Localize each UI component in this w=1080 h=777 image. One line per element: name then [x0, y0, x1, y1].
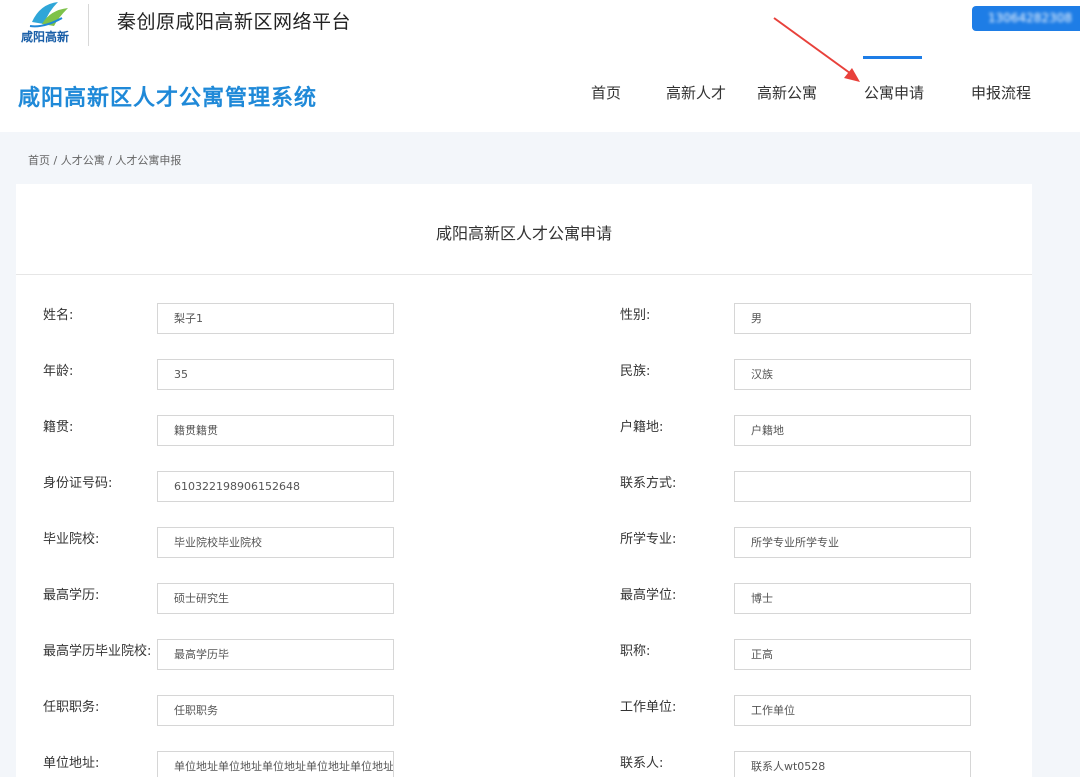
label-age: 年龄:	[43, 364, 74, 379]
id-number-field[interactable]: 610322198906152648	[157, 471, 394, 502]
logo-text: 咸阳高新	[20, 30, 69, 44]
nav-home[interactable]: 首页	[591, 82, 621, 103]
label-highest-education: 最高学历:	[43, 588, 100, 603]
system-title[interactable]: 咸阳高新区人才公寓管理系统	[18, 80, 317, 112]
application-form-card: 咸阳高新区人才公寓申请 姓名: 梨子1 性别: 男 年龄: 35 民族: 汉族 …	[16, 184, 1032, 777]
platform-title: 秦创原咸阳高新区网络平台	[117, 11, 352, 33]
label-native-place: 籍贯:	[43, 420, 74, 435]
label-ethnicity: 民族:	[620, 364, 651, 379]
age-field[interactable]: 35	[157, 359, 394, 390]
graduate-school-field[interactable]: 毕业院校毕业院校	[157, 527, 394, 558]
label-household-registration: 户籍地:	[620, 420, 664, 435]
label-major: 所学专业:	[620, 532, 677, 547]
employer-address-field[interactable]: 单位地址单位地址单位地址单位地址单位地址	[157, 751, 394, 777]
label-graduate-school: 毕业院校:	[43, 532, 100, 547]
gender-field[interactable]: 男	[734, 303, 971, 334]
ethnicity-field[interactable]: 汉族	[734, 359, 971, 390]
professional-title-field[interactable]: 正高	[734, 639, 971, 670]
highest-education-field[interactable]: 硕士研究生	[157, 583, 394, 614]
user-account-button[interactable]: 13064282308	[972, 6, 1080, 31]
employer-field[interactable]: 工作单位	[734, 695, 971, 726]
contact-person-field[interactable]: 联系人wt0528	[734, 751, 971, 777]
label-employer: 工作单位:	[620, 700, 677, 715]
label-contact: 联系方式:	[620, 476, 677, 491]
top-bar: 咸阳高新 秦创原咸阳高新区网络平台 13064282308	[0, 0, 1080, 50]
highest-degree-field[interactable]: 博士	[734, 583, 971, 614]
label-highest-education-school: 最高学历毕业院校:	[43, 644, 152, 659]
breadcrumb: 首页 / 人才公寓 / 人才公寓申报	[28, 154, 182, 167]
label-position: 任职职务:	[43, 700, 100, 715]
nav-apartment[interactable]: 高新公寓	[757, 82, 817, 103]
nav-active-indicator	[863, 56, 922, 59]
label-contact-person: 联系人:	[620, 756, 664, 771]
label-name: 姓名:	[43, 308, 74, 323]
contact-field[interactable]	[734, 471, 971, 502]
label-highest-degree: 最高学位:	[620, 588, 677, 603]
nav-talent[interactable]: 高新人才	[666, 82, 726, 103]
main-header: 咸阳高新区人才公寓管理系统 首页 高新人才 高新公寓 公寓申请 申报流程	[0, 50, 1080, 132]
native-place-field[interactable]: 籍贯籍贯	[157, 415, 394, 446]
form-divider	[16, 274, 1032, 275]
nav-apartment-apply[interactable]: 公寓申请	[864, 82, 924, 103]
user-id: 13064282308	[988, 11, 1072, 25]
form-title: 咸阳高新区人才公寓申请	[435, 224, 612, 243]
nav-process[interactable]: 申报流程	[971, 82, 1031, 103]
position-field[interactable]: 任职职务	[157, 695, 394, 726]
label-professional-title: 职称:	[620, 644, 651, 659]
household-registration-field[interactable]: 户籍地	[734, 415, 971, 446]
major-field[interactable]: 所学专业所学专业	[734, 527, 971, 558]
highest-education-school-field[interactable]: 最高学历毕	[157, 639, 394, 670]
label-employer-address: 单位地址:	[43, 756, 100, 771]
xianyang-logo[interactable]: 咸阳高新	[14, 0, 84, 48]
label-gender: 性别:	[620, 308, 651, 323]
label-id-number: 身份证号码:	[43, 476, 113, 491]
name-field[interactable]: 梨子1	[157, 303, 394, 334]
logo-divider	[88, 4, 89, 46]
